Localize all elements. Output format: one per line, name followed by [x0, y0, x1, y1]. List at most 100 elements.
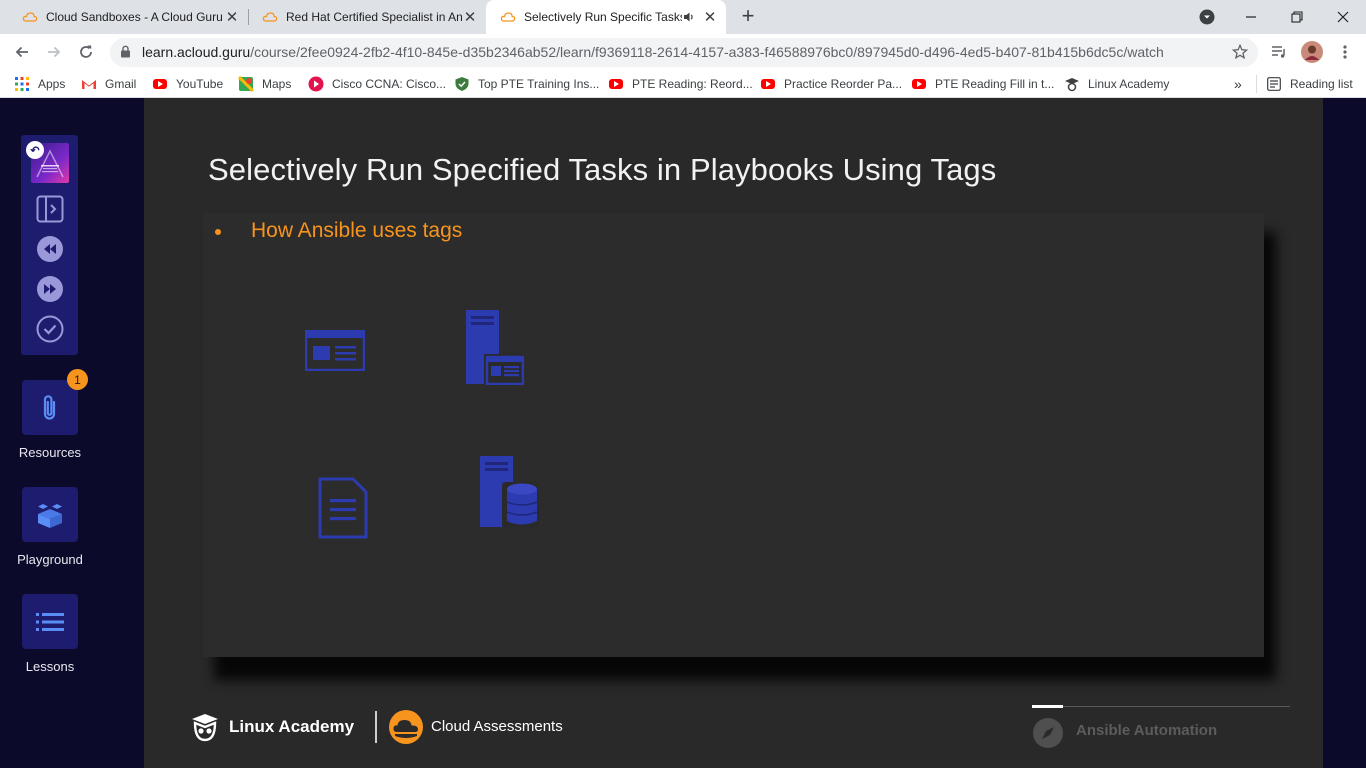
chrome-menu-button[interactable]: [1334, 41, 1356, 63]
list-icon: [36, 612, 64, 631]
course-tag: Ansible Automation: [1076, 722, 1218, 739]
close-tab-icon[interactable]: ✕: [224, 9, 240, 26]
browser-window-icon: [305, 330, 365, 371]
restore-icon: [1291, 11, 1303, 23]
bookmark-label: YouTube: [176, 77, 224, 91]
server-window-icon: [466, 310, 524, 385]
bookmark-pte-fill[interactable]: PTE Reading Fill in t...: [911, 75, 1054, 93]
paperclip-icon: [43, 394, 56, 420]
slide-progress-track: [1032, 706, 1290, 707]
bookmark-top-pte[interactable]: Top PTE Training Ins...: [454, 75, 599, 93]
slide-content-panel: [203, 213, 1264, 657]
lessons-button[interactable]: [22, 594, 78, 649]
reload-icon: [80, 45, 92, 58]
bookmark-label: Linux Academy: [1088, 77, 1170, 91]
cisco-icon: [308, 76, 324, 92]
apps-grid-icon: [14, 76, 30, 92]
rewind-icon: [37, 236, 63, 262]
cloud-assessments-text: Cloud Assessments: [431, 718, 563, 735]
bookmark-linux-academy[interactable]: Linux Academy: [1064, 75, 1169, 93]
shield-icon: [454, 76, 470, 92]
reading-list-label: Reading list: [1290, 77, 1353, 91]
mark-complete-button[interactable]: [35, 314, 65, 344]
sidebar-toggle-icon: [36, 195, 64, 223]
tab-cloud-sandboxes[interactable]: Cloud Sandboxes - A Cloud Guru ✕: [8, 0, 248, 34]
url-path: /course/2fee0924-2fb2-4f10-845e-d35b2346…: [250, 44, 1164, 60]
tab-title: Selectively Run Specific Tasks: [524, 10, 682, 24]
bookmark-label: Practice Reorder Pa...: [784, 77, 903, 91]
maps-icon: [238, 76, 254, 92]
cloud-favicon-icon: [500, 12, 516, 22]
url-host: learn.acloud.guru: [142, 44, 251, 60]
rewind-button[interactable]: [35, 234, 65, 264]
arrow-left-icon: [15, 46, 28, 58]
fast-forward-button[interactable]: [35, 274, 65, 304]
reading-list-icon: [1266, 76, 1282, 92]
bookmark-label: Apps: [38, 77, 66, 91]
tab-title: Cloud Sandboxes - A Cloud Guru: [46, 10, 223, 24]
linux-academy-logo: Linux Academy: [190, 711, 354, 743]
toggle-sidebar-button[interactable]: [35, 194, 65, 224]
bookmark-apps[interactable]: Apps: [14, 75, 65, 93]
bookmark-gmail[interactable]: Gmail: [81, 75, 136, 93]
youtube-icon: [152, 76, 168, 92]
tab-title: Red Hat Certified Specialist in An: [286, 10, 462, 24]
cubes-icon: [38, 503, 62, 528]
bookmark-cisco-ccna[interactable]: Cisco CCNA: Cisco...: [308, 75, 446, 93]
bookmark-label: Top PTE Training Ins...: [478, 77, 600, 91]
playground-label: Playground: [17, 552, 83, 567]
minimize-button[interactable]: [1236, 0, 1266, 34]
lessons-label: Lessons: [25, 659, 75, 674]
close-tab-icon[interactable]: ✕: [462, 9, 478, 26]
profile-button[interactable]: [1301, 41, 1323, 63]
star-icon: [1232, 44, 1248, 60]
slide-bullet: How Ansible uses tags: [251, 219, 463, 242]
bookmark-maps[interactable]: Maps: [238, 75, 291, 93]
resources-button[interactable]: [22, 380, 78, 435]
arrow-right-icon: [48, 46, 61, 58]
new-tab-button[interactable]: +: [738, 5, 758, 27]
bookmarks-divider: [1256, 75, 1257, 93]
bookmark-star-button[interactable]: [1229, 41, 1251, 63]
media-control-button[interactable]: [1268, 41, 1290, 63]
restore-button[interactable]: [1282, 0, 1312, 34]
bookmark-label: Gmail: [105, 77, 137, 91]
media-queue-icon: [1272, 46, 1285, 58]
back-button[interactable]: [11, 41, 33, 63]
cloud-assessments-logo-icon: [389, 710, 423, 744]
gmail-icon: [81, 76, 97, 92]
slide-title: Selectively Run Specified Tasks in Playb…: [208, 152, 997, 187]
tab-selectively-run[interactable]: Selectively Run Specific Tasks ✕: [486, 0, 726, 34]
kebab-menu-icon: [1343, 45, 1347, 59]
linux-academy-text: Linux Academy: [229, 717, 355, 736]
bookmark-label: PTE Reading: Reord...: [632, 77, 753, 91]
check-circle-icon: [36, 315, 64, 343]
forward-button[interactable]: [43, 41, 65, 63]
lock-icon[interactable]: [120, 45, 131, 58]
avatar: [1301, 41, 1323, 63]
speaker-icon[interactable]: [682, 10, 696, 24]
minimize-icon: [1246, 16, 1256, 18]
fast-forward-icon: [37, 276, 63, 302]
bookmark-practice-reorder[interactable]: Practice Reorder Pa...: [760, 75, 902, 93]
youtube-icon: [608, 76, 624, 92]
more-bookmarks-button[interactable]: »: [1234, 75, 1242, 93]
youtube-icon: [760, 76, 776, 92]
youtube-icon: [911, 76, 927, 92]
close-tab-icon[interactable]: ✕: [702, 9, 718, 26]
back-arrow-icon[interactable]: ↶: [26, 141, 44, 159]
owl-icon: [192, 714, 218, 742]
url-text[interactable]: learn.acloud.guru/course/2fee0924-2fb2-4…: [142, 44, 1164, 60]
server-database-icon: [480, 456, 539, 528]
tab-search-button[interactable]: [1195, 0, 1219, 34]
document-icon: [318, 477, 368, 539]
reading-list-button[interactable]: Reading list: [1266, 75, 1353, 93]
slide-progress-fill: [1032, 705, 1063, 708]
bookmark-pte-reading-reorder[interactable]: PTE Reading: Reord...: [608, 75, 753, 93]
bookmark-youtube[interactable]: YouTube: [152, 75, 223, 93]
tab-red-hat-specialist[interactable]: Red Hat Certified Specialist in An ✕: [248, 0, 486, 34]
playground-button[interactable]: [22, 487, 78, 542]
cloud-favicon-icon: [22, 12, 38, 22]
reload-button[interactable]: [75, 41, 97, 63]
close-window-button[interactable]: [1328, 0, 1358, 34]
